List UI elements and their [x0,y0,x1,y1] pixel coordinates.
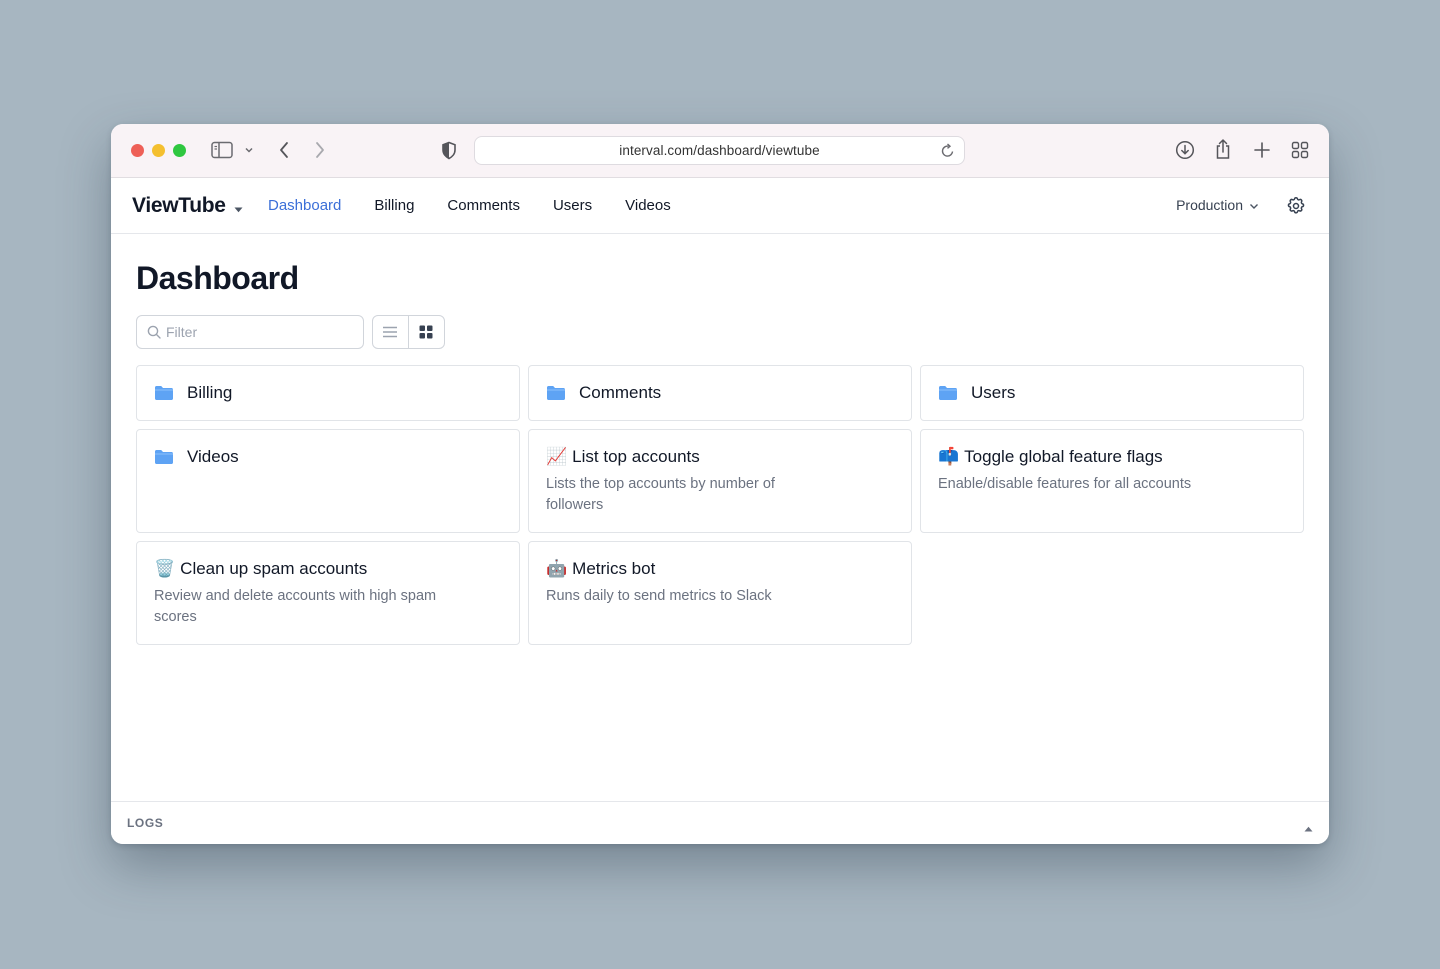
card-description: Lists the top accounts by number of foll… [546,476,775,513]
card-title: List top accounts [572,447,700,466]
folder-icon [154,449,176,465]
card-description: Review and delete accounts with high spa… [154,588,437,625]
card-title: Videos [187,447,239,466]
logs-panel[interactable]: LOGS [111,801,1329,844]
org-switcher[interactable]: ViewTube [132,193,243,219]
grid-view-button[interactable] [409,316,445,348]
nav-videos[interactable]: Videos [625,197,671,214]
url-text: interval.com/dashboard/viewtube [619,143,820,158]
card-description: Runs daily to send metrics to Slack [546,588,772,604]
card-title: Clean up spam accounts [180,559,368,578]
share-icon[interactable] [1214,138,1232,160]
filter-placeholder: Filter [166,324,198,340]
action-card-toggle-feature-flags[interactable]: 📫 Toggle global feature flags Enable/dis… [920,429,1304,533]
folder-card-videos[interactable]: Videos [136,429,520,533]
view-mode-toggle [372,315,445,349]
caret-down-icon [234,195,243,219]
caret-up-icon[interactable] [1304,819,1313,837]
nav-comments[interactable]: Comments [447,197,520,214]
filter-input[interactable]: Filter [136,315,364,349]
card-title: Billing [187,383,233,402]
trash-icon: 🗑️ [154,559,176,578]
reload-icon[interactable] [940,143,955,162]
folder-card-billing[interactable]: Billing [136,365,520,421]
nav-dashboard[interactable]: Dashboard [268,197,341,214]
gear-icon[interactable] [1286,196,1306,221]
minimize-window-button[interactable] [152,144,165,157]
app-header: ViewTube Dashboard Billing Comments User… [111,178,1329,234]
close-window-button[interactable] [131,144,144,157]
card-title: Comments [579,383,662,402]
forward-icon[interactable] [314,141,326,159]
page-title: Dashboard [136,260,299,296]
robot-icon: 🤖 [546,559,568,578]
card-description: Enable/disable features for all accounts [938,476,1192,492]
shield-icon[interactable] [441,141,457,160]
browser-toolbar: interval.com/dashboard/viewtube [111,124,1329,178]
main-nav: Dashboard Billing Comments Users Videos [268,197,704,214]
nav-users[interactable]: Users [553,197,592,214]
address-bar[interactable]: interval.com/dashboard/viewtube [474,136,965,165]
brand-name: ViewTube [132,194,226,217]
folder-card-comments[interactable]: Comments [528,365,912,421]
action-card-list-top-accounts[interactable]: 📈 List top accounts Lists the top accoun… [528,429,912,533]
folder-card-users[interactable]: Users [920,365,1304,421]
folder-icon [154,385,176,401]
search-icon [147,325,161,342]
chevron-down-icon[interactable] [244,146,254,154]
tab-overview-icon[interactable] [1291,141,1309,159]
card-title: Users [971,383,1016,402]
nav-billing[interactable]: Billing [374,197,414,214]
folder-icon [546,385,568,401]
browser-window: interval.com/dashboard/viewtube ViewTube… [111,124,1329,844]
logs-label: LOGS [127,816,164,830]
back-icon[interactable] [278,141,290,159]
action-card-metrics-bot[interactable]: 🤖 Metrics bot Runs daily to send metrics… [528,541,912,645]
mailbox-icon: 📫 [938,447,960,466]
chart-increasing-icon: 📈 [546,447,568,466]
folder-icon [938,385,960,401]
download-icon[interactable] [1175,140,1195,160]
zoom-window-button[interactable] [173,144,186,157]
card-title: Toggle global feature flags [964,447,1163,466]
action-card-clean-up-spam[interactable]: 🗑️ Clean up spam accounts Review and del… [136,541,520,645]
sidebar-toggle-icon[interactable] [211,141,233,159]
environment-label: Production [1176,197,1243,213]
new-tab-icon[interactable] [1253,141,1271,159]
list-view-button[interactable] [373,316,409,348]
card-title: Metrics bot [572,559,656,578]
chevron-down-icon [1249,197,1259,213]
environment-select[interactable]: Production [1176,197,1259,213]
